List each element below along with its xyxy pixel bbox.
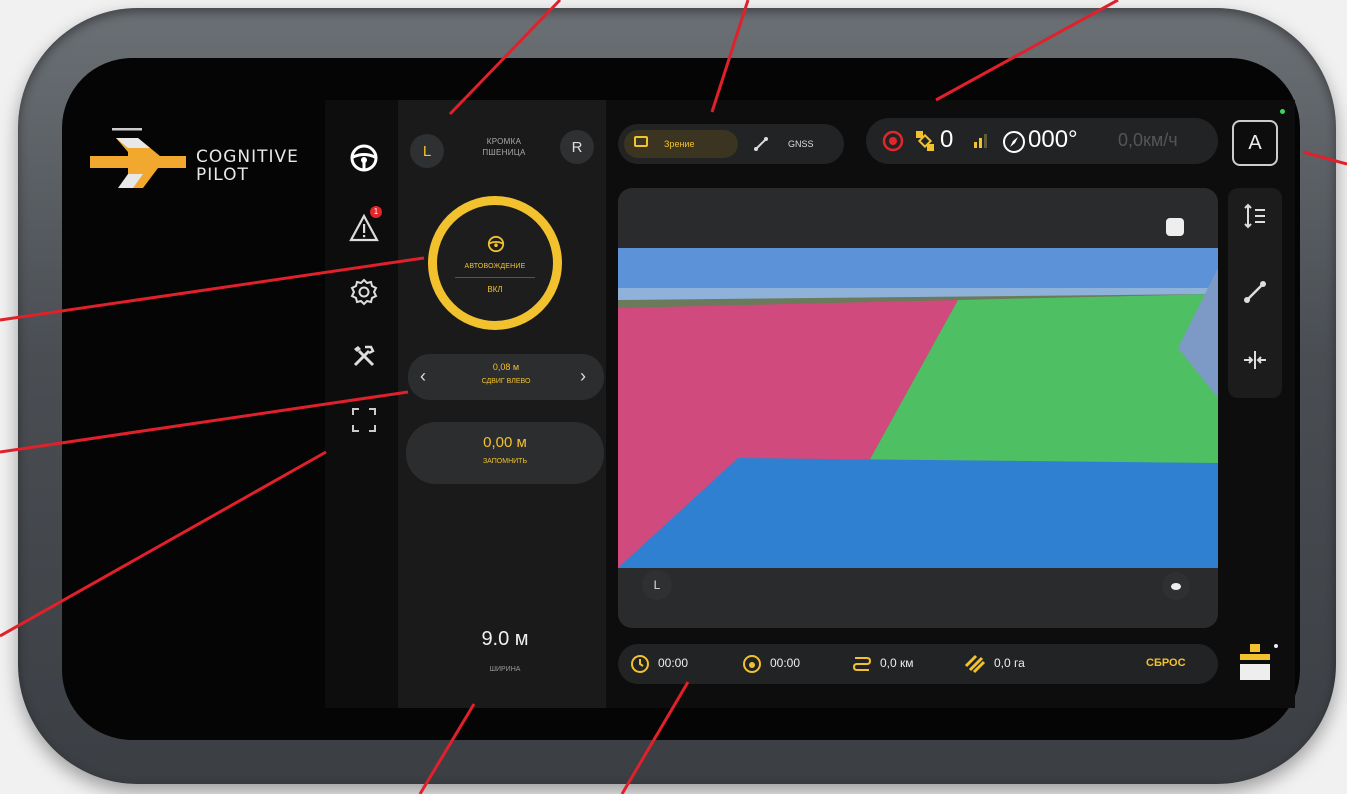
width-value: 9.0 м [481,628,529,650]
record-icon [882,130,904,152]
ab-line-icon [1244,281,1266,303]
route-icon [852,657,872,671]
sidebar-item-autodrive[interactable] [344,138,384,178]
sidebar-item-alerts[interactable]: 1 [344,206,384,248]
satellite-icon [916,131,934,151]
reset-button[interactable]: СБРОС [1146,657,1186,669]
eye-icon [1171,582,1181,590]
center-align-icon [1244,351,1266,369]
camera-settings-button[interactable] [1166,218,1184,236]
implement-icon [1240,644,1278,680]
width-label: ШИРИНА [489,666,521,673]
satellite-count: 0 [940,126,954,153]
edge-title: КРОМКА ПШЕНИЦА [482,137,526,157]
camera-view: L [618,188,1218,628]
center-line-button[interactable] [1235,340,1275,380]
alert-badge: 1 [370,206,382,218]
line-list-icon [1244,203,1265,229]
edge-left-button[interactable]: L [410,134,444,168]
steering-wheel-icon [487,235,505,253]
compass-icon [1003,131,1025,153]
tools-icon [353,345,375,367]
area-icon [964,654,986,674]
brand-name: COGNITIVE PILOT [196,147,299,185]
tab-gnss-label: GNSS [788,139,814,149]
offset-control: ‹ 0,08 м СДВИГ ВЛЕВО › [408,354,604,400]
gnss-icon [754,137,768,151]
distance-value: 0,0 км [880,656,914,670]
implement-button[interactable] [1234,638,1284,688]
autodrive-state: ВКЛ [487,285,503,294]
area-value: 0,0 га [994,656,1025,670]
clock-icon [631,655,649,673]
steering-wheel-icon [350,144,378,172]
line-list-button[interactable] [1235,196,1275,236]
signal-icon [974,134,987,148]
right-toolbar [1228,188,1282,398]
work-time: 00:00 [658,656,689,670]
stats-bar: 00:00 00:00 0,0 км 0,0 га СБРОС [618,644,1218,684]
ab-line-button[interactable] [1235,272,1275,312]
autodrive-time-icon [743,655,761,673]
speed-value: 0,0км/ч [1118,130,1178,150]
memory-label: ЗАПОМНИТЬ [482,458,528,465]
auto-mode-button[interactable]: A [1232,120,1278,166]
status-dot [1280,109,1285,114]
remember-button[interactable]: 0,00 м ЗАПОМНИТЬ [406,422,604,484]
camera-feed-image [618,248,1218,568]
offset-label: СДВИГ ВЛЕВО [481,378,531,385]
autodrive-label: АВТОВОЖДЕНИЕ [464,263,526,270]
tab-vision-label: Зрение [664,139,695,149]
offset-value: 0,08 м [492,362,520,372]
memory-value: 0,00 м [483,434,527,451]
autodrive-time: 00:00 [770,656,801,670]
camera-icon [634,136,648,147]
camera-view-toggle-button[interactable] [1162,572,1190,600]
camera-left-marker-button[interactable]: L [642,570,672,600]
sidebar-item-tools[interactable] [344,336,384,376]
brand-logo: COGNITIVE PILOT [88,128,298,198]
left-control-panel [398,100,606,708]
status-bar: 0 000° 0,0км/ч [866,118,1218,164]
tab-vision[interactable]: Зрение [624,130,738,158]
warning-icon [349,214,379,242]
mode-tabs: Зрение GNSS [618,124,844,164]
sidebar-item-settings[interactable] [344,272,384,312]
heading-value: 000° [1028,126,1078,153]
logo-mark-icon [90,128,186,188]
autodrive-button[interactable]: АВТОВОЖДЕНИЕ ВКЛ [428,196,562,330]
offset-prev-button[interactable]: ‹ [420,366,426,387]
offset-next-button[interactable]: › [580,366,586,387]
tab-gnss[interactable]: GNSS [748,130,838,158]
autodrive-divider [455,277,535,278]
fullscreen-icon [352,408,376,432]
sidebar-item-fullscreen[interactable] [344,400,384,440]
edge-right-button[interactable]: R [560,130,594,164]
gear-icon [350,278,378,306]
